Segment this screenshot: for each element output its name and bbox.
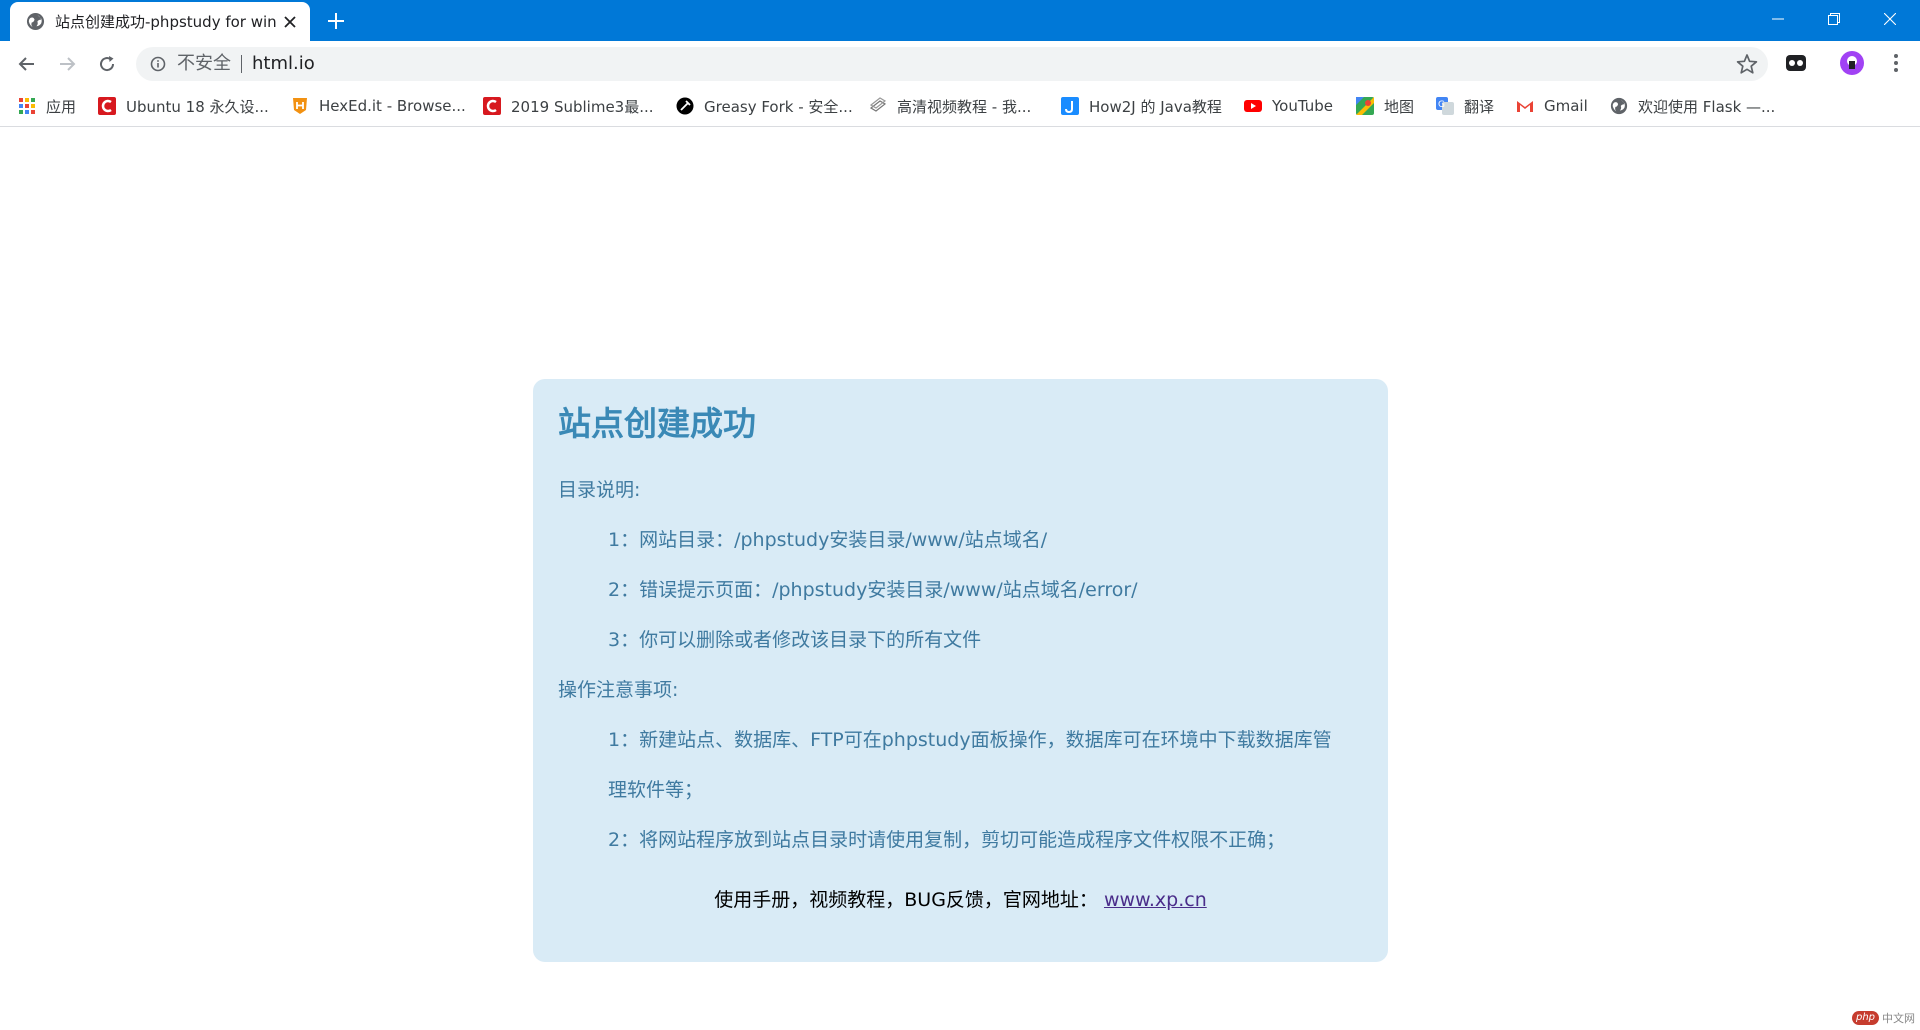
forward-button[interactable] [52,49,82,79]
bookmark-label: 高清视频教程 - 我... [897,97,1032,116]
bookmark-label: How2J 的 Java教程 [1089,97,1222,116]
how2j-icon [1061,97,1079,115]
profile-icon [1841,52,1863,74]
notes-item: 2：将网站程序放到站点目录时请使用复制，剪切可能造成程序文件权限不正确； [608,829,1286,851]
star-icon[interactable] [1736,53,1758,75]
arrow-right-icon [60,57,76,71]
restore-button[interactable] [1806,0,1861,38]
bookmark-gmail[interactable]: Gmail [1516,93,1588,119]
avatar[interactable] [1840,51,1864,75]
close-window-button[interactable] [1862,0,1917,38]
page-title: 站点创建成功 [558,404,756,443]
close-icon[interactable] [282,14,298,30]
info-icon[interactable] [150,56,166,72]
directory-item: 2：错误提示页面：/phpstudy安装目录/www/站点域名/error/ [608,579,1138,601]
gmail-icon [1517,101,1533,112]
more-vert-icon[interactable] [1884,51,1908,75]
bookmark-translate[interactable]: G 翻译 [1436,93,1494,119]
bookmark-label: 地图 [1384,97,1415,116]
bookmark-label: 翻译 [1464,97,1495,116]
c-logo-icon [98,97,116,115]
minimize-icon [1771,18,1784,20]
shield-logo-icon [293,98,307,114]
layers-icon [869,97,887,112]
bookmark-label: HexEd.it - Browse... [319,97,466,115]
restore-icon [1827,13,1840,25]
url-text[interactable]: html.io [252,53,315,75]
reload-button[interactable] [92,49,122,79]
bookmark-sublime[interactable]: 2019 Sublime3最... [483,93,654,119]
success-panel: 站点创建成功 目录说明: 1：网站目录：/phpstudy安装目录/www/站点… [533,379,1388,962]
watermark-text: 中文网 [1882,1012,1916,1025]
reload-icon [100,56,115,72]
footer: 使用手册，视频教程，BUG反馈，官网地址： www.xp.cn [533,887,1388,913]
bookmark-youtube[interactable]: YouTube [1244,93,1333,119]
notes-item-continuation: 理软件等； [608,779,704,801]
bookmark-label: 欢迎使用 Flask —... [1638,97,1776,116]
translate-icon: G [1436,97,1454,115]
bookmark-video-tutorial[interactable]: 高清视频教程 - 我... [869,93,1031,119]
directory-item: 3：你可以删除或者修改该目录下的所有文件 [608,629,982,651]
c-logo-icon [483,97,501,115]
apps-grid-icon [19,98,35,114]
bookmark-label: Gmail [1544,97,1588,115]
official-site-link[interactable]: www.xp.cn [1104,889,1207,911]
bookmark-flask[interactable]: 欢迎使用 Flask —... [1610,93,1775,119]
browser-tab[interactable]: 站点创建成功-phpstudy for windows [10,2,310,41]
notes-heading: 操作注意事项: [558,679,679,701]
bookmark-label: 应用 [46,97,77,116]
browser-toolbar: 不安全 html.io [0,41,1920,87]
address-bar[interactable]: 不安全 html.io [136,47,1768,81]
directory-item: 1：网站目录：/phpstudy安装目录/www/站点域名/ [608,529,1048,551]
watermark: php 中文网 [1852,1009,1918,1027]
bookmark-apps[interactable]: 应用 [18,93,76,119]
bookmark-greasyfork[interactable]: Greasy Fork - 安全... [676,93,853,119]
footer-text: 使用手册，视频教程，BUG反馈，官网地址： [714,889,1098,911]
svg-text:G: G [1438,100,1445,110]
minimize-button[interactable] [1750,0,1805,38]
tab-title: 站点创建成功-phpstudy for windows [55,13,277,31]
bookmark-how2j[interactable]: How2J 的 Java教程 [1061,93,1222,119]
new-tab-plus-icon[interactable] [325,10,347,32]
bookmark-maps[interactable]: 地图 [1356,93,1414,119]
watermark-badge: php [1852,1011,1880,1025]
bookmark-label: Ubuntu 18 永久设... [126,97,269,116]
browser-titlebar: 站点创建成功-phpstudy for windows [0,0,1920,41]
greasyfork-icon [676,97,694,115]
globe-icon [26,12,45,31]
arrow-left-icon [18,57,34,71]
bookmark-label: YouTube [1272,97,1333,115]
back-button[interactable] [12,49,42,79]
notes-item: 1：新建站点、数据库、FTP可在phpstudy面板操作，数据库可在环境中下载数… [608,729,1332,751]
extension-icon[interactable] [1784,51,1808,75]
globe-icon [1610,97,1628,115]
bookmark-ubuntu[interactable]: Ubuntu 18 永久设... [98,93,269,119]
close-icon [1883,13,1896,25]
divider [241,55,242,73]
bookmarks-bar: 应用 Ubuntu 18 永久设... HexEd.it - Browse...… [0,87,1920,127]
security-label[interactable]: 不安全 [177,53,231,75]
youtube-icon [1244,100,1262,112]
maps-icon [1356,97,1374,115]
bookmark-label: Greasy Fork - 安全... [704,97,853,116]
directory-heading: 目录说明: [558,479,641,501]
bookmark-label: 2019 Sublime3最... [511,97,654,116]
bookmark-hexed[interactable]: HexEd.it - Browse... [291,93,466,119]
